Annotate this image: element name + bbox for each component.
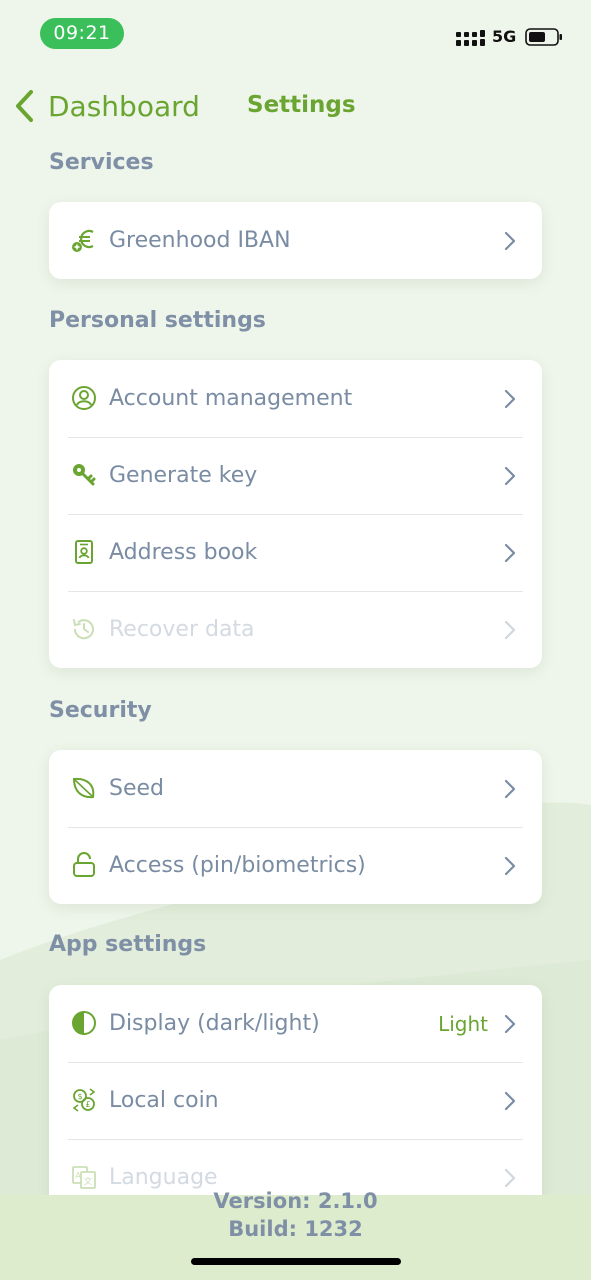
svg-text:文: 文 [84, 1176, 92, 1186]
svg-text:$: $ [77, 1092, 82, 1101]
back-label: Dashboard [48, 89, 200, 123]
chevron-right-icon [504, 389, 516, 409]
settings-item-account-management[interactable]: Account management [49, 360, 542, 437]
chevron-right-icon [504, 231, 516, 251]
section-title-app: App settings [49, 932, 207, 957]
item-label: Display (dark/light) [109, 1011, 320, 1036]
address-book-icon [75, 540, 93, 564]
battery-icon [525, 28, 562, 46]
signal-icon [456, 30, 485, 46]
section-title-personal: Personal settings [49, 308, 266, 333]
settings-item-seed[interactable]: Seed [49, 750, 542, 827]
section-title-security: Security [49, 698, 152, 723]
chevron-right-icon [504, 543, 516, 563]
settings-item-address-book[interactable]: Address book [49, 514, 542, 591]
status-time: 09:21 [40, 18, 124, 49]
services-card: Greenhood IBAN [49, 202, 542, 279]
item-label: Recover data [109, 617, 255, 642]
network-type: 5G [492, 27, 517, 46]
lock-icon [73, 852, 95, 877]
item-label: Access (pin/biometrics) [109, 853, 366, 878]
settings-item-generate-key[interactable]: Generate key [49, 437, 542, 514]
chevron-left-icon [16, 90, 33, 122]
key-icon [73, 464, 96, 486]
item-label: Generate key [109, 463, 258, 488]
item-label: Seed [109, 776, 164, 801]
settings-item-access[interactable]: Access (pin/biometrics) [49, 827, 542, 904]
user-circle-icon [72, 386, 96, 410]
history-icon [73, 619, 94, 640]
item-label: Address book [109, 540, 258, 565]
svg-text:A: A [75, 1171, 81, 1180]
item-label: Local coin [109, 1088, 219, 1113]
chevron-right-icon [504, 1168, 516, 1188]
chevron-right-icon [504, 856, 516, 876]
svg-text:£: £ [85, 1100, 90, 1109]
status-bar: 09:21 5G [0, 0, 591, 70]
settings-item-greenhood-iban[interactable]: Greenhood IBAN [49, 202, 542, 279]
personal-settings-card: Account management Generate key Address … [49, 360, 542, 668]
settings-item-display[interactable]: Display (dark/light) Light [49, 985, 542, 1062]
euro-plus-icon [72, 229, 94, 252]
version-text: Version: 2.1.0 [213, 1189, 378, 1213]
nav-bar: Dashboard Settings [0, 80, 591, 130]
translate-icon: A 文 [72, 1166, 96, 1189]
contrast-icon [72, 1011, 96, 1035]
back-button[interactable]: Dashboard [12, 86, 200, 126]
app-settings-card: Display (dark/light) Light $ £ Local coi… [49, 985, 542, 1216]
build-text: Build: 1232 [228, 1217, 363, 1241]
item-label: Account management [109, 386, 353, 411]
item-label: Language [109, 1165, 218, 1190]
item-label: Greenhood IBAN [109, 228, 291, 253]
chevron-right-icon [504, 620, 516, 640]
home-indicator[interactable] [191, 1258, 401, 1265]
chevron-right-icon [504, 1091, 516, 1111]
settings-item-local-coin[interactable]: $ £ Local coin [49, 1062, 542, 1139]
chevron-right-icon [504, 779, 516, 799]
leaf-icon [72, 777, 95, 799]
chevron-right-icon [504, 466, 516, 486]
currency-exchange-icon: $ £ [72, 1088, 96, 1112]
chevron-right-icon [504, 1014, 516, 1034]
section-title-services: Services [49, 150, 154, 175]
page-title: Settings [247, 92, 356, 118]
settings-item-recover-data[interactable]: Recover data [49, 591, 542, 668]
security-card: Seed Access (pin/biometrics) [49, 750, 542, 904]
display-mode-value: Light [438, 1011, 488, 1036]
